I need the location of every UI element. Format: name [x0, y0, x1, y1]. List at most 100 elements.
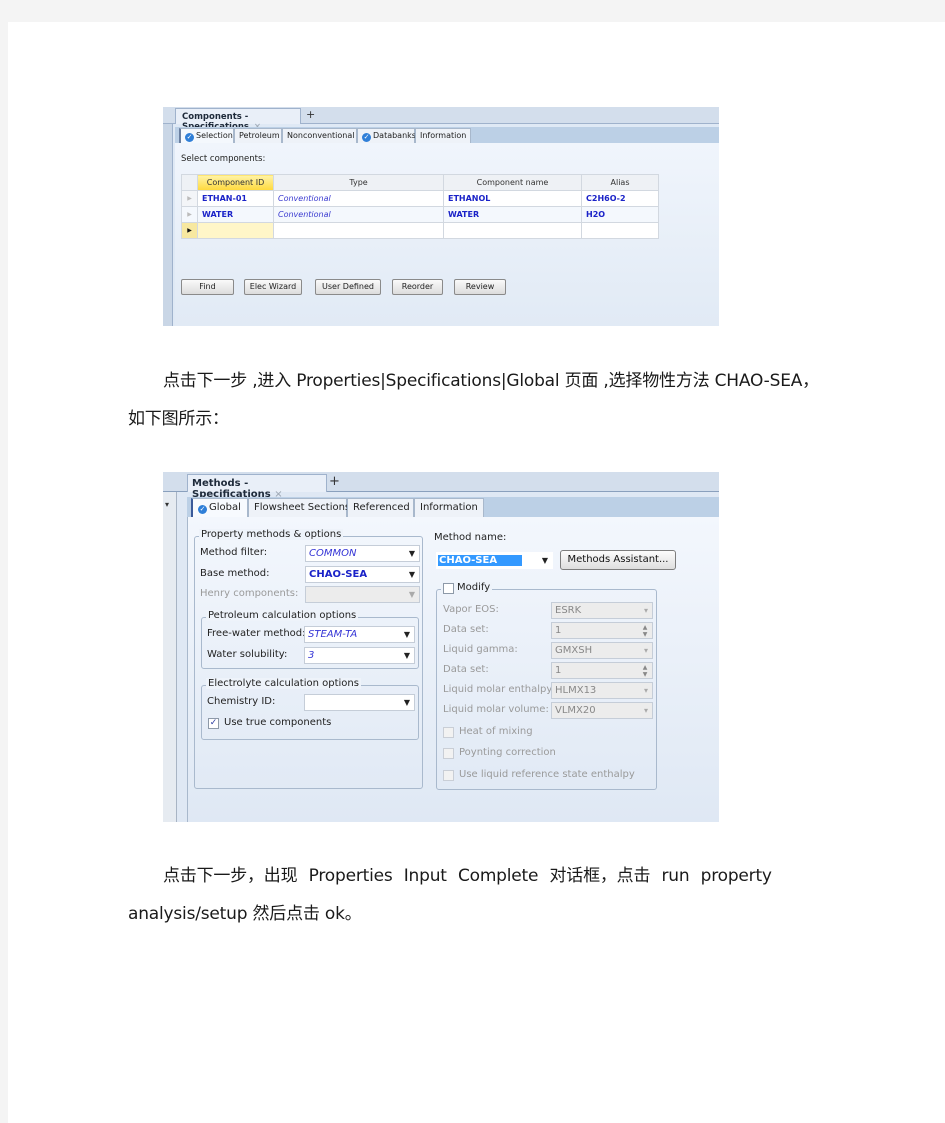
column-header-type[interactable]: Type [273, 174, 444, 191]
chevron-down-icon: ▾ [643, 606, 648, 615]
vapor-data-set-spinner[interactable]: 1 ▲ ▼ [551, 622, 653, 639]
cell-component-name[interactable]: WATER [443, 206, 582, 223]
henry-components-label: Henry components: [200, 588, 299, 599]
table-row[interactable]: ▶ WATER Conventional WATER H2O [181, 206, 659, 223]
water-solubility-dropdown[interactable]: 3 ▼ [304, 647, 415, 664]
current-row-indicator[interactable]: ▶ [181, 222, 198, 239]
tab-global[interactable]: ✓ Global [191, 498, 248, 517]
use-liquid-reference-checkbox[interactable] [443, 770, 454, 781]
modify-checkbox[interactable] [443, 583, 454, 594]
chemistry-id-label: Chemistry ID: [207, 696, 276, 707]
electrolyte-options-group: Electrolyte calculation options Chemistr… [201, 678, 419, 740]
cell-alias[interactable]: C2H6O-2 [581, 190, 659, 207]
water-solubility-label: Water solubility: [207, 649, 288, 660]
tab-petroleum[interactable]: Petroleum [234, 128, 282, 143]
row-selector[interactable]: ▶ [181, 206, 198, 223]
liquid-data-set-spinner[interactable]: 1 ▲ ▼ [551, 662, 653, 679]
spinner-arrows-icon[interactable]: ▲ ▼ [639, 624, 651, 638]
tab-nonconventional[interactable]: Nonconventional [282, 128, 357, 143]
use-true-components-checkbox[interactable]: ✓ [208, 718, 219, 729]
tab-databanks[interactable]: ✓ Databanks [357, 128, 416, 143]
liquid-data-set-label: Data set: [443, 664, 489, 675]
doc-tab-components-specifications[interactable]: Components - Specifications × [175, 108, 301, 132]
components-specifications-screenshot: Components - Specifications × + ✓Selecti… [163, 107, 719, 326]
paragraph-1-line-2: 如下图所示： [128, 409, 229, 429]
tab-selection[interactable]: ✓ Selection [179, 128, 234, 143]
chevron-down-icon: ▾ [643, 646, 648, 655]
add-tab-icon[interactable]: + [306, 108, 315, 121]
methods-specifications-screenshot: Methods - Specifications × + ▾ ✓ Global F… [163, 472, 719, 822]
doc-tab-methods-specifications[interactable]: Methods - Specifications × [187, 474, 327, 500]
liquid-molar-volume-dropdown[interactable]: VLMX20 ▾ [551, 702, 653, 719]
user-defined-button[interactable]: User Defined [315, 279, 381, 295]
property-methods-group: Property methods & options Method filter… [194, 529, 423, 789]
column-header-component-name[interactable]: Component name [443, 174, 582, 191]
chevron-down-icon: ▼ [403, 651, 410, 660]
sub-tab-bar: ✓ Selection Petroleum Nonconventional ✓ Da… [175, 127, 719, 143]
add-tab-icon[interactable]: + [329, 474, 340, 489]
document-tab-bar: Components - Specifications × + [163, 107, 719, 132]
cell-type[interactable]: Conventional [273, 190, 444, 207]
liquid-molar-enthalpy-dropdown[interactable]: HLMX13 ▾ [551, 682, 653, 699]
selection-panel: Select components: Component ID Type Com… [175, 143, 719, 326]
row-selector[interactable]: ▶ [181, 190, 198, 207]
method-name-label: Method name: [434, 532, 507, 543]
cell-component-id[interactable] [197, 222, 274, 239]
liquid-gamma-dropdown[interactable]: GMXSH ▾ [551, 642, 653, 659]
cell-type[interactable] [273, 222, 444, 239]
cell-component-id[interactable]: WATER [197, 206, 274, 223]
chevron-down-icon: ▼ [408, 570, 415, 579]
chevron-down-icon: ▾ [643, 706, 648, 715]
free-water-method-dropdown[interactable]: STEAM-TA ▼ [304, 626, 415, 643]
cell-alias[interactable] [581, 222, 659, 239]
cell-component-name[interactable]: ETHANOL [443, 190, 582, 207]
chevron-down-icon[interactable]: ▾ [165, 500, 169, 509]
base-method-dropdown[interactable]: CHAO-SEA ▼ [305, 566, 420, 583]
find-button[interactable]: Find [181, 279, 234, 295]
heat-of-mixing-checkbox[interactable] [443, 727, 454, 738]
vapor-data-set-label: Data set: [443, 624, 489, 635]
chevron-down-icon: ▼ [541, 556, 548, 565]
group-title: Petroleum calculation options [206, 610, 359, 621]
components-table: Component ID Type Component name Alias ▶… [181, 174, 659, 239]
review-button[interactable]: Review [454, 279, 506, 295]
base-method-label: Base method: [200, 568, 270, 579]
cell-alias[interactable]: H2O [581, 206, 659, 223]
column-header-component-id[interactable]: Component ID [197, 174, 274, 191]
cell-component-id[interactable]: ETHAN-01 [197, 190, 274, 207]
reorder-button[interactable]: Reorder [392, 279, 443, 295]
chemistry-id-dropdown[interactable]: ▼ [304, 694, 415, 711]
poynting-correction-checkbox[interactable] [443, 748, 454, 759]
henry-components-dropdown[interactable]: ▼ [305, 586, 420, 603]
check-circle-icon: ✓ [185, 133, 194, 142]
tab-information[interactable]: Information [414, 498, 484, 517]
tab-information[interactable]: Information [415, 128, 471, 143]
vapor-eos-dropdown[interactable]: ESRK ▾ [551, 602, 653, 619]
free-water-method-label: Free-water method: [207, 628, 306, 639]
method-filter-label: Method filter: [200, 547, 268, 558]
navigation-pane-edge [163, 124, 173, 326]
elec-wizard-button[interactable]: Elec Wizard [244, 279, 302, 295]
select-components-label: Select components: [181, 154, 266, 164]
chevron-down-icon: ▼ [408, 590, 415, 599]
chevron-down-icon: ▼ [408, 549, 415, 558]
global-panel: Property methods & options Method filter… [187, 517, 719, 822]
sub-tab-bar: ✓ Global Flowsheet Sections Referenced In… [187, 497, 719, 517]
cell-type[interactable]: Conventional [273, 206, 444, 223]
method-filter-dropdown[interactable]: COMMON ▼ [305, 545, 420, 562]
table-row[interactable]: ▶ ETHAN-01 Conventional ETHANOL C2H6O-2 [181, 190, 659, 207]
use-liquid-reference-label: Use liquid reference state enthalpy [459, 769, 635, 780]
paragraph-1-line-1: 点击下一步 ,进入 Properties|Specifications|Glob… [163, 371, 819, 391]
methods-assistant-button[interactable]: Methods Assistant... [560, 550, 676, 570]
tab-referenced[interactable]: Referenced [347, 498, 414, 517]
column-header-alias[interactable]: Alias [581, 174, 659, 191]
liquid-molar-volume-label: Liquid molar volume: [443, 704, 549, 715]
cell-component-name[interactable] [443, 222, 582, 239]
heat-of-mixing-label: Heat of mixing [459, 726, 533, 737]
tab-flowsheet-sections[interactable]: Flowsheet Sections [248, 498, 350, 517]
check-circle-icon: ✓ [198, 505, 207, 514]
spinner-arrows-icon[interactable]: ▲ ▼ [639, 664, 651, 678]
table-row-new[interactable]: ▶ [181, 222, 659, 239]
method-name-dropdown[interactable]: CHAO-SEA ▼ [436, 552, 553, 569]
check-circle-icon: ✓ [362, 133, 371, 142]
